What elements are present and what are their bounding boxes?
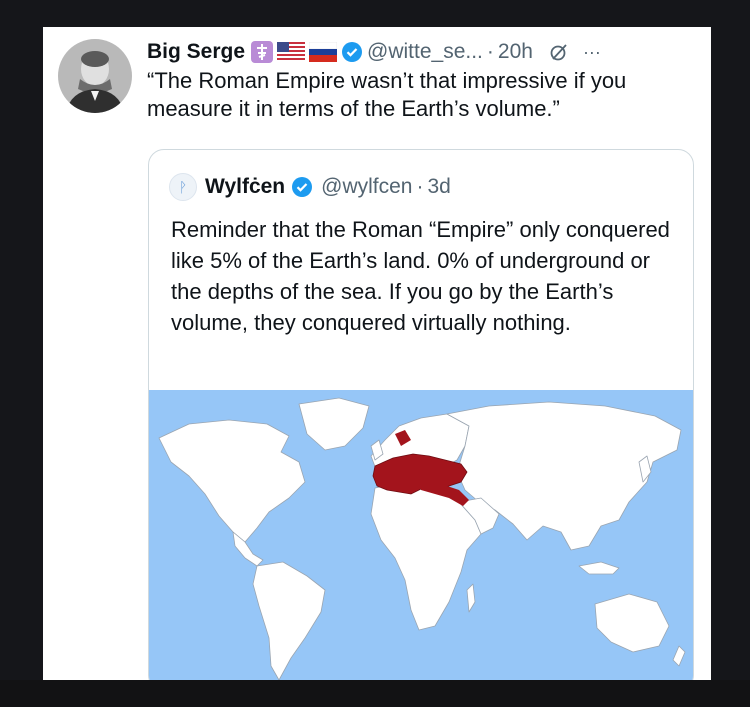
tweet-header: Big Serge @witte_se... · 20h ··· [147,37,705,67]
world-map-image[interactable] [149,390,693,680]
bottom-bar [0,680,750,707]
tweet-text: “The Roman Empire wasn’t that impressive… [147,68,627,121]
author-avatar[interactable] [58,39,132,113]
tweet-card[interactable]: Big Serge @witte_se... · 20h ··· “The Ro… [43,27,711,680]
quoted-avatar[interactable]: ᚹ [169,173,197,201]
quoted-author-name[interactable]: Wylfċen [205,175,285,199]
author-handle[interactable]: @witte_se... [367,40,483,64]
quoted-tweet[interactable]: ᚹ Wylfċen @wylfcen · 3d Reminder that th… [148,149,694,680]
more-options-icon[interactable]: ··· [583,42,601,63]
grok-icon[interactable] [549,42,569,62]
tweet-time[interactable]: 20h [498,40,533,64]
header-separator: · [486,40,494,63]
verified-badge-icon [341,41,363,63]
quoted-handle[interactable]: @wylfcen [321,175,412,199]
russia-flag-icon [309,42,338,62]
quoted-text: Reminder that the Roman “Empire” only co… [171,217,670,335]
quoted-time[interactable]: 3d [427,175,450,199]
author-name[interactable]: Big Serge [147,40,245,64]
quoted-separator: · [416,175,424,198]
us-flag-icon [277,42,306,62]
verified-badge-icon [291,176,313,198]
orthodox-cross-icon [251,41,274,63]
quoted-header: ᚹ Wylfċen @wylfcen · 3d [169,172,683,202]
